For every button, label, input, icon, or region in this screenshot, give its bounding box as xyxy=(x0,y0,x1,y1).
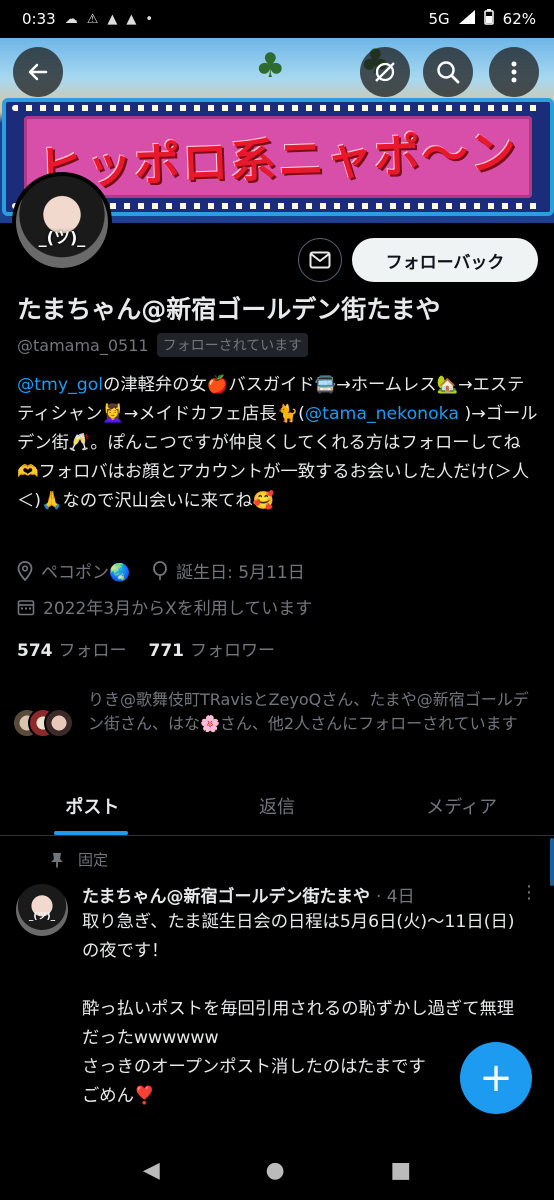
clock: 0:33 xyxy=(22,10,56,28)
location: ペコポン🌏 xyxy=(41,563,131,583)
banner-sign-text: ヒッポロ系ニャポ〜ン xyxy=(37,124,519,196)
tab-posts[interactable]: ポスト xyxy=(0,776,185,835)
follows-you-badge: フォローされています xyxy=(156,333,309,357)
plus-icon: + xyxy=(479,1055,513,1101)
system-recents-icon[interactable]: ■ xyxy=(390,1158,411,1183)
bio-mention-link[interactable]: @tama_nekonoka xyxy=(305,404,459,424)
followers-you-know-text: りき@歌舞伎町TRavisとZeyoQさん、たまや@新宿ゴールデン街さん、はな🌸… xyxy=(88,690,529,733)
profile-meta-row: ペコポン🌏 誕生日: 5月11日 xyxy=(17,558,305,583)
followers-you-know-avatars xyxy=(12,708,76,740)
battery-percent: 62% xyxy=(502,10,536,28)
post-more-icon[interactable]: ⋮ xyxy=(520,882,538,903)
display-name: たまちゃん@新宿ゴールデン街たまや xyxy=(17,295,441,324)
notification-icon: ▲ xyxy=(107,11,118,27)
followers-count: 771 xyxy=(148,641,185,661)
pin-icon xyxy=(51,852,63,867)
profile-joined-row: 2022年3月からXを利用しています xyxy=(17,594,312,619)
compose-post-button[interactable]: + xyxy=(460,1042,532,1114)
avatar-sticker-text: _(ツ)_ xyxy=(28,912,56,922)
back-arrow-icon xyxy=(28,63,48,81)
profile-bio: @tmy_golの津軽弁の女🍎バスガイド🚍→ホームレス🏡→エステティシャン💆‍♀… xyxy=(17,371,539,516)
signal-icon xyxy=(458,10,475,28)
profile-avatar[interactable]: _(ツ)_ xyxy=(12,172,112,272)
followers-you-know[interactable]: りき@歌舞伎町TRavisとZeyoQさん、たまや@新宿ゴールデン街さん、はな🌸… xyxy=(12,688,544,740)
post-timestamp[interactable]: · 4日 xyxy=(376,882,415,907)
back-button[interactable] xyxy=(13,47,63,97)
cloud-icon: ☁ xyxy=(64,11,78,27)
search-icon xyxy=(437,61,460,84)
location-pin-icon xyxy=(17,560,33,581)
system-nav-bar: ◀ ● ■ xyxy=(0,1140,554,1200)
bio-mention-link[interactable]: @tmy_gol xyxy=(17,375,103,395)
pinned-label: 固定 xyxy=(78,851,109,869)
hide-icon xyxy=(375,62,395,82)
more-notifications-dot: • xyxy=(145,11,154,27)
mail-icon xyxy=(309,251,331,269)
hide-button[interactable] xyxy=(360,47,410,97)
followers-label: フォロワー xyxy=(190,641,275,661)
scrollbar[interactable] xyxy=(550,838,554,886)
network-label: 5G xyxy=(428,10,450,28)
birthday: 誕生日: 5月11日 xyxy=(176,563,305,583)
battery-icon xyxy=(483,9,494,29)
palm-tree-icon: ♣ xyxy=(255,46,286,86)
calendar-icon xyxy=(17,599,35,615)
post-author-name[interactable]: たまちゃん@新宿ゴールデン街たまや xyxy=(82,882,370,907)
following-label: フォロー xyxy=(58,641,127,661)
avatar xyxy=(44,708,74,738)
search-button[interactable] xyxy=(423,47,473,97)
post-author-avatar[interactable]: _(ツ)_ xyxy=(16,884,68,936)
follow-counts: 574 フォロー 771 フォロワー xyxy=(17,636,275,661)
joined-date: 2022年3月からXを利用しています xyxy=(43,599,313,619)
profile-tabs: ポスト 返信 メディア xyxy=(0,776,554,836)
followers-link[interactable]: 771 フォロワー xyxy=(149,636,276,661)
warning-icon: ⚠ xyxy=(86,11,99,27)
notification-icon-2: ▲ xyxy=(126,11,137,27)
following-link[interactable]: 574 フォロー xyxy=(17,636,127,661)
more-options-button[interactable] xyxy=(489,47,539,97)
handle: @tamama_0511 xyxy=(17,335,149,355)
avatar-sticker-text: _(ツ)_ xyxy=(38,228,86,247)
system-home-icon[interactable]: ● xyxy=(265,1158,284,1183)
tab-media[interactable]: メディア xyxy=(369,776,554,835)
handle-row: @tamama_0511 フォローされています xyxy=(17,333,309,357)
more-vertical-icon xyxy=(511,61,517,83)
tab-replies[interactable]: 返信 xyxy=(185,776,370,835)
system-back-icon[interactable]: ◀ xyxy=(143,1158,160,1183)
pinned-indicator: 固定 xyxy=(50,849,108,870)
post-header: たまちゃん@新宿ゴールデン街たまや · 4日 xyxy=(82,882,415,907)
follow-back-button[interactable]: フォローバック xyxy=(352,238,538,282)
status-bar: 0:33 ☁ ⚠ ▲ ▲ • 5G 62% xyxy=(0,0,554,38)
following-count: 574 xyxy=(17,641,53,661)
balloon-icon xyxy=(153,560,168,580)
message-button[interactable] xyxy=(298,238,342,282)
